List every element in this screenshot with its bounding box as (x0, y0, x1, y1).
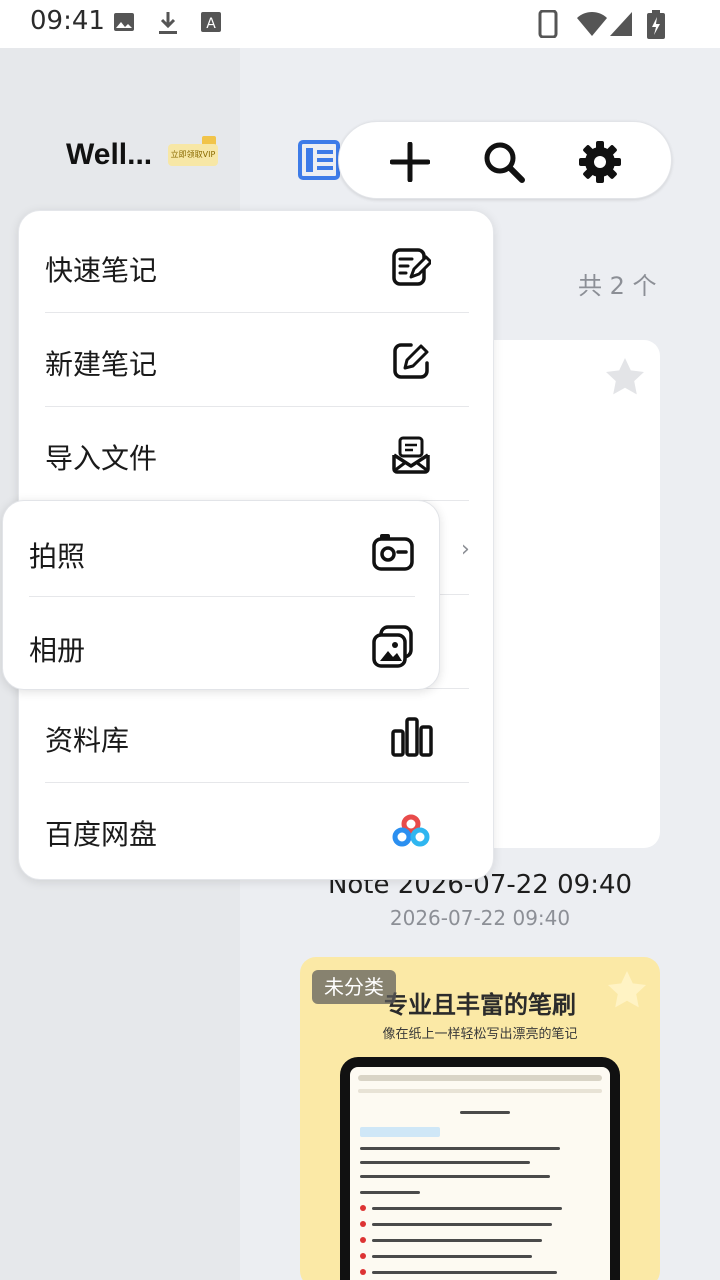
submenu-item-camera[interactable]: 拍照 (3, 503, 441, 597)
star-icon[interactable] (604, 356, 646, 400)
menu-item-import-file[interactable]: 导入文件 (19, 407, 495, 501)
tablet-screen (350, 1067, 610, 1280)
photo-submenu: 拍照 相册 (2, 500, 440, 690)
submenu-item-album[interactable]: 相册 (3, 597, 441, 691)
svg-text:A: A (206, 16, 216, 32)
status-bar: 09:41 A (0, 0, 720, 48)
app-root: 09:41 A Well... 立即领取VIP 共 2 个 Note 2026-… (0, 0, 720, 1280)
note-count: 共 2 个 (578, 272, 657, 300)
new-note-icon (391, 341, 431, 381)
action-pill (338, 121, 672, 199)
phone-icon (538, 9, 558, 42)
menu-item-label: 新建笔记 (45, 348, 158, 381)
download-icon (156, 10, 180, 40)
submenu-item-label: 拍照 (29, 540, 86, 573)
menu-item-new-note[interactable]: 新建笔记 (19, 313, 495, 407)
category-tag: 未分类 (312, 970, 396, 1004)
menu-item-quick-note[interactable]: 快速笔记 (19, 219, 495, 313)
add-icon[interactable] (387, 139, 433, 185)
vip-badge-text: 立即领取VIP (168, 144, 218, 166)
photo-album-icon (371, 625, 415, 669)
cover-tablet-image (340, 1057, 620, 1280)
menu-item-baidu-netdisk[interactable]: 百度网盘 (19, 783, 495, 877)
cover-subline: 像在纸上一样轻松写出漂亮的笔记 (382, 1027, 578, 1042)
image-icon (112, 10, 136, 38)
note-date: 2026-07-22 09:40 (389, 906, 571, 930)
baidu-netdisk-icon (391, 811, 431, 851)
search-icon[interactable] (481, 139, 527, 185)
layout-toggle-icon[interactable] (298, 140, 340, 180)
camera-icon (371, 531, 415, 575)
signal-icon (608, 10, 634, 42)
menu-item-label: 快速笔记 (45, 254, 158, 287)
text-a-icon: A (200, 10, 222, 38)
settings-icon[interactable] (577, 139, 623, 185)
library-icon (391, 717, 433, 757)
app-title[interactable]: Well... (66, 138, 152, 172)
note-card[interactable]: 专业且丰富的笔刷 像在纸上一样轻松写出漂亮的笔记 (300, 957, 660, 1280)
import-file-icon (391, 435, 431, 475)
vip-badge[interactable]: 立即领取VIP (168, 136, 220, 168)
submenu-item-label: 相册 (29, 634, 86, 667)
chevron-right-icon: › (461, 537, 470, 562)
menu-item-library[interactable]: 资料库 (19, 689, 495, 783)
menu-item-label: 导入文件 (45, 442, 158, 475)
battery-charging-icon (646, 10, 666, 44)
star-icon[interactable] (606, 969, 648, 1013)
status-time: 09:41 (30, 6, 105, 36)
menu-item-label: 资料库 (45, 724, 130, 757)
quick-note-icon (391, 247, 433, 287)
wifi-icon (576, 10, 608, 42)
menu-item-label: 百度网盘 (45, 818, 158, 851)
